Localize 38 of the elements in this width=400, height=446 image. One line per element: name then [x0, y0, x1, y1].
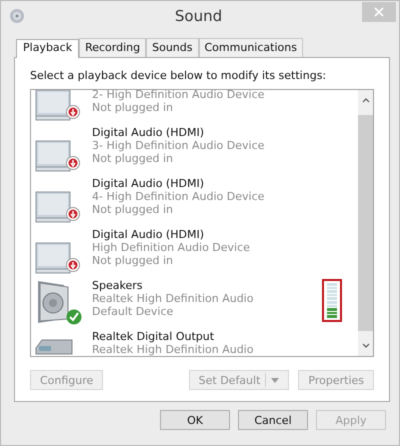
- scroll-down-icon: [362, 343, 370, 348]
- device-row[interactable]: Digital Audio (HDMI) 4- High Definition Audio Device Not plugged in: [34, 175, 358, 226]
- device-state: Not plugged in: [92, 203, 174, 216]
- tab[interactable]: Playback: [16, 39, 80, 58]
- device-name: Digital Audio (HDMI): [92, 126, 205, 139]
- device-state: Not plugged in: [92, 101, 174, 114]
- button[interactable]: OK: [160, 410, 230, 430]
- device-description: High Definition Audio Device: [92, 241, 251, 254]
- device-row[interactable]: Speakers Realtek High Definition Audio Default Device: [34, 277, 358, 328]
- tab[interactable]: Communications: [198, 38, 303, 57]
- device-description: Realtek High Definition Audio: [92, 343, 254, 356]
- speaker-app-icon: [9, 8, 25, 24]
- scroll-thumb[interactable]: [358, 115, 373, 331]
- button[interactable]: Cancel: [238, 410, 308, 430]
- scrollbar[interactable]: [358, 90, 373, 356]
- close-icon: [374, 7, 384, 17]
- instruction-text: Select a playback device below to modify its settings:: [30, 69, 328, 82]
- scroll-up-icon: [362, 98, 370, 103]
- device-name: Digital Audio (HDMI): [92, 177, 205, 190]
- device-description: 4- High Definition Audio Device: [92, 190, 266, 203]
- device-row[interactable]: Realtek Digital Output Realtek High Definition Audio: [34, 328, 358, 356]
- device-name: Speakers: [92, 279, 144, 292]
- device-name: Digital Audio (HDMI): [92, 228, 205, 241]
- close-button[interactable]: [362, 2, 396, 22]
- device-row[interactable]: Digital Audio (HDMI) High Definition Audio Device Not plugged in: [34, 226, 358, 277]
- device-description: 2- High Definition Audio Device: [92, 90, 266, 101]
- tab[interactable]: Sounds: [146, 38, 198, 57]
- receiver-icon: [34, 338, 74, 356]
- tab[interactable]: Recording: [79, 38, 146, 57]
- device-state: Not plugged in: [92, 152, 174, 165]
- device-name: Realtek Digital Output: [92, 330, 216, 343]
- device-description: Realtek High Definition Audio: [92, 292, 254, 305]
- device-list[interactable]: [30, 89, 374, 357]
- device-row[interactable]: Digital Audio (HDMI) 3- High Definition Audio Device Not plugged in: [34, 124, 358, 175]
- device-state: Default Device: [92, 305, 174, 318]
- window-title: Sound: [174, 7, 224, 25]
- device-description: 3- High Definition Audio Device: [92, 139, 266, 152]
- device-state: Not plugged in: [92, 254, 174, 267]
